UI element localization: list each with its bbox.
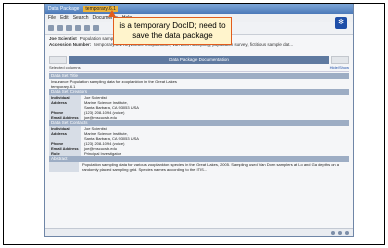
- contact-rows: Individual Joe Scientist Address Marine Sci…: [45, 126, 353, 156]
- connection-status-icon: [338, 230, 342, 235]
- title-bar: Data Package temporary.6.1: [45, 4, 353, 14]
- header-right-button[interactable]: [331, 56, 349, 64]
- menu-edit[interactable]: Edit: [60, 15, 69, 21]
- open-icon[interactable]: [57, 25, 63, 31]
- print-icon[interactable]: [75, 25, 81, 31]
- status-bar: [45, 228, 353, 236]
- creator-rows: Individual Joe Scientist Address Marine Sci…: [45, 95, 353, 120]
- info-row: Email Address joe@mscucsb.edu: [49, 115, 349, 120]
- abstract-text: Population sampling data for various zoo…: [49, 162, 349, 172]
- header-left-button[interactable]: [49, 56, 67, 64]
- row-value: joe@mscucsb.edu: [84, 115, 117, 120]
- sync-status-icon: [345, 230, 349, 235]
- menu-search[interactable]: Search: [73, 15, 89, 21]
- row-value: Principal Investigator: [84, 151, 122, 156]
- sub-header: Selected columns Hide/Show: [49, 65, 349, 72]
- doc-header-bar: Data Package Documentation: [49, 56, 349, 64]
- network-status-icon: [331, 230, 335, 235]
- doc-header-title: Data Package Documentation: [69, 56, 329, 64]
- menu-file[interactable]: File: [48, 15, 56, 21]
- subheader-right-link[interactable]: Hide/Show: [330, 65, 349, 71]
- window-title: Data Package: [48, 6, 80, 12]
- subheader-left: Selected columns: [49, 65, 81, 70]
- cut-icon[interactable]: [84, 25, 90, 31]
- save-icon[interactable]: [66, 25, 72, 31]
- callout-arrow: [108, 10, 116, 17]
- callout-note: is a temporary DocID; need to save the d…: [113, 17, 232, 45]
- title-docid: temporary.6.1: [51, 84, 76, 89]
- new-icon[interactable]: [48, 25, 54, 31]
- copy-icon[interactable]: [93, 25, 99, 31]
- info-row: Role Principal Investigator: [49, 151, 349, 156]
- screenshot-frame: Data Package temporary.6.1 File Edit Sea…: [3, 3, 385, 245]
- butterfly-logo-icon: ✻: [335, 17, 347, 29]
